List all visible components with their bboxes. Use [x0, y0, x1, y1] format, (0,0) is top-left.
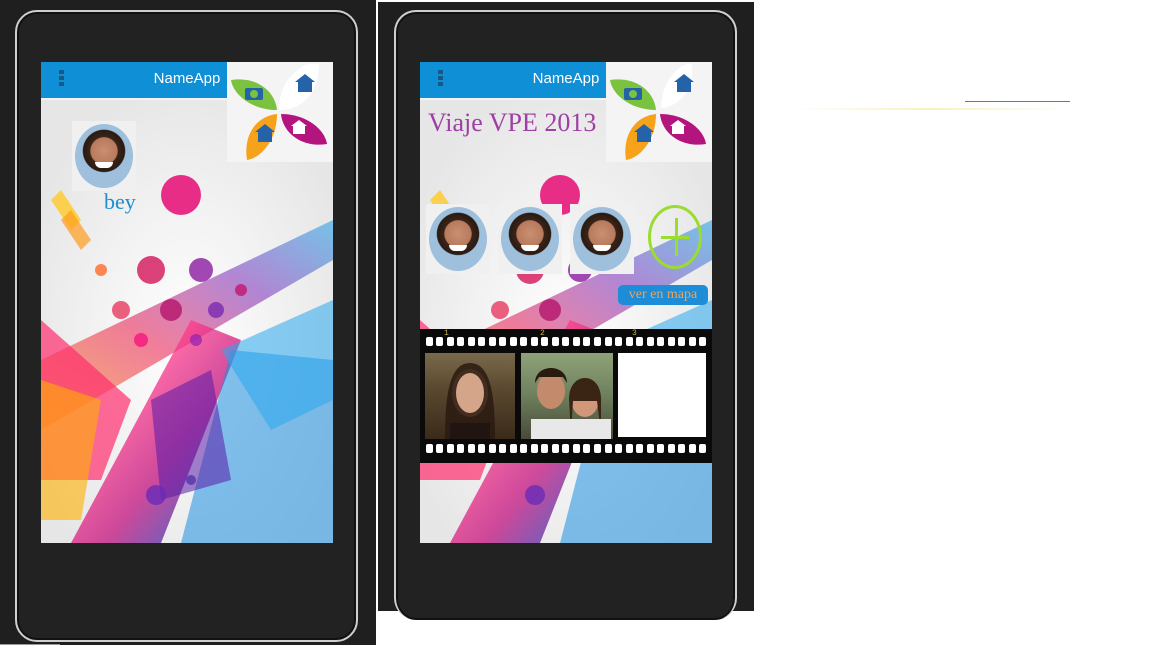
- participant-avatar[interactable]: [426, 204, 490, 274]
- faint-divider: [792, 108, 1070, 110]
- add-participant-button[interactable]: [648, 205, 702, 269]
- photo-thumbnail[interactable]: [521, 353, 613, 439]
- participant-avatar[interactable]: [498, 204, 562, 274]
- faint-divider: [965, 101, 1070, 102]
- screen-left: NameApp bey: [41, 62, 333, 543]
- photo-thumbnail[interactable]: [425, 353, 515, 439]
- photo-film-strip: 1 2 3: [420, 329, 712, 463]
- app-logo[interactable]: [606, 62, 712, 162]
- film-frame-number: 1: [444, 329, 449, 338]
- camera-icon: [245, 88, 263, 100]
- app-logo[interactable]: [227, 62, 333, 162]
- overflow-menu-icon[interactable]: [438, 70, 444, 88]
- overflow-menu-icon[interactable]: [59, 70, 65, 88]
- camera-icon: [624, 88, 642, 100]
- view-on-map-button[interactable]: ver en mapa: [618, 285, 708, 305]
- empty-photo-slot[interactable]: [618, 353, 706, 437]
- taskbar-edge: [0, 644, 60, 645]
- avatar-caption: bey: [104, 189, 136, 214]
- abstract-background: [420, 100, 712, 543]
- trip-title: Viaje VPE 2013: [428, 108, 597, 137]
- participant-avatar[interactable]: [570, 204, 634, 274]
- avatar[interactable]: [72, 121, 136, 191]
- screen-right: NameApp Viaje VPE 2013 ver en mapa 1 2 3: [420, 62, 712, 543]
- film-frame-number: 3: [632, 329, 637, 338]
- film-frame-number: 2: [540, 329, 545, 338]
